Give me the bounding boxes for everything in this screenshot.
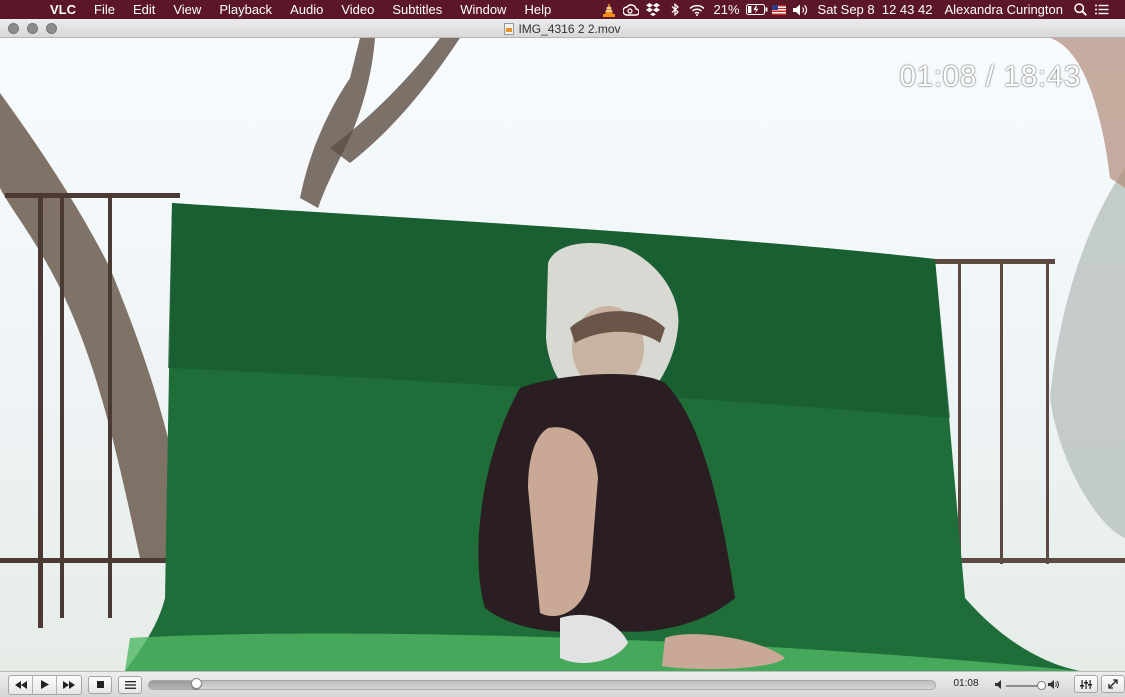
volume-low-icon[interactable] bbox=[995, 680, 1001, 691]
fullscreen-icon bbox=[1108, 679, 1118, 689]
rewind-button[interactable] bbox=[9, 675, 33, 694]
menu-video[interactable]: Video bbox=[332, 0, 383, 19]
effects-equalizer-button[interactable] bbox=[1074, 675, 1098, 693]
fullscreen-button[interactable] bbox=[1101, 675, 1125, 693]
rewind-icon bbox=[14, 680, 27, 689]
window-title-bar[interactable]: IMG_4316 2 2.mov bbox=[0, 19, 1125, 38]
menu-edit[interactable]: Edit bbox=[124, 0, 164, 19]
video-frame[interactable]: 01:08 / 18:43 bbox=[0, 38, 1125, 671]
menu-window[interactable]: Window bbox=[451, 0, 515, 19]
fast-forward-button[interactable] bbox=[57, 676, 81, 694]
menu-app-name[interactable]: VLC bbox=[46, 0, 85, 19]
volume-handle[interactable] bbox=[1037, 681, 1047, 690]
seek-bar-elapsed bbox=[149, 681, 197, 689]
window-title-group: IMG_4316 2 2.mov bbox=[0, 19, 1125, 38]
user-name[interactable]: Alexandra Curington bbox=[938, 0, 1069, 19]
menu-audio[interactable]: Audio bbox=[281, 0, 332, 19]
battery-charging-icon[interactable] bbox=[745, 0, 768, 19]
play-icon bbox=[40, 680, 49, 689]
bluetooth-icon[interactable] bbox=[664, 0, 686, 19]
stop-icon bbox=[96, 681, 104, 688]
on-screen-time-display: 01:08 / 18:43 bbox=[899, 60, 1081, 93]
clock-datetime[interactable]: Sat Sep 8 12 43 42 bbox=[812, 0, 939, 19]
spotlight-search-icon[interactable] bbox=[1069, 0, 1091, 19]
notification-center-icon[interactable] bbox=[1091, 0, 1113, 19]
menu-playback[interactable]: Playback bbox=[210, 0, 281, 19]
video-scene bbox=[0, 38, 1125, 671]
elapsed-time[interactable]: 01:08 bbox=[946, 678, 986, 689]
wifi-icon[interactable] bbox=[686, 0, 708, 19]
dropbox-icon[interactable] bbox=[642, 0, 664, 19]
menu-bar: VLC File Edit View Playback Audio Video … bbox=[0, 0, 1125, 19]
battery-percent: 21% bbox=[713, 2, 740, 17]
play-button[interactable] bbox=[33, 675, 57, 694]
vlc-cone-icon[interactable] bbox=[598, 0, 620, 19]
seek-handle[interactable] bbox=[190, 678, 202, 689]
equalizer-icon bbox=[1080, 679, 1092, 689]
stop-button[interactable] bbox=[88, 675, 112, 694]
us-flag-input-icon[interactable] bbox=[768, 0, 790, 19]
volume-high-icon[interactable] bbox=[1048, 680, 1059, 691]
seek-bar[interactable] bbox=[148, 680, 936, 690]
movie-file-icon bbox=[504, 22, 515, 35]
menu-file[interactable]: File bbox=[85, 0, 124, 19]
fast-forward-icon bbox=[63, 680, 75, 689]
creative-cloud-icon[interactable] bbox=[620, 0, 642, 19]
playback-controls: 01:08 bbox=[0, 671, 1125, 697]
playlist-button[interactable] bbox=[118, 675, 142, 694]
transport-buttons bbox=[8, 674, 82, 695]
menu-view[interactable]: View bbox=[164, 0, 210, 19]
volume-icon[interactable] bbox=[790, 0, 812, 19]
window-title: IMG_4316 2 2.mov bbox=[518, 21, 621, 36]
menu-help[interactable]: Help bbox=[515, 0, 560, 19]
menu-subtitles[interactable]: Subtitles bbox=[383, 0, 451, 19]
menu-bar-left: VLC File Edit View Playback Audio Video … bbox=[0, 0, 560, 19]
menu-bar-status-area: 21% Sat Sep 8 12 43 42 Alexandra Curingt… bbox=[598, 0, 1125, 19]
playlist-icon bbox=[124, 680, 136, 689]
